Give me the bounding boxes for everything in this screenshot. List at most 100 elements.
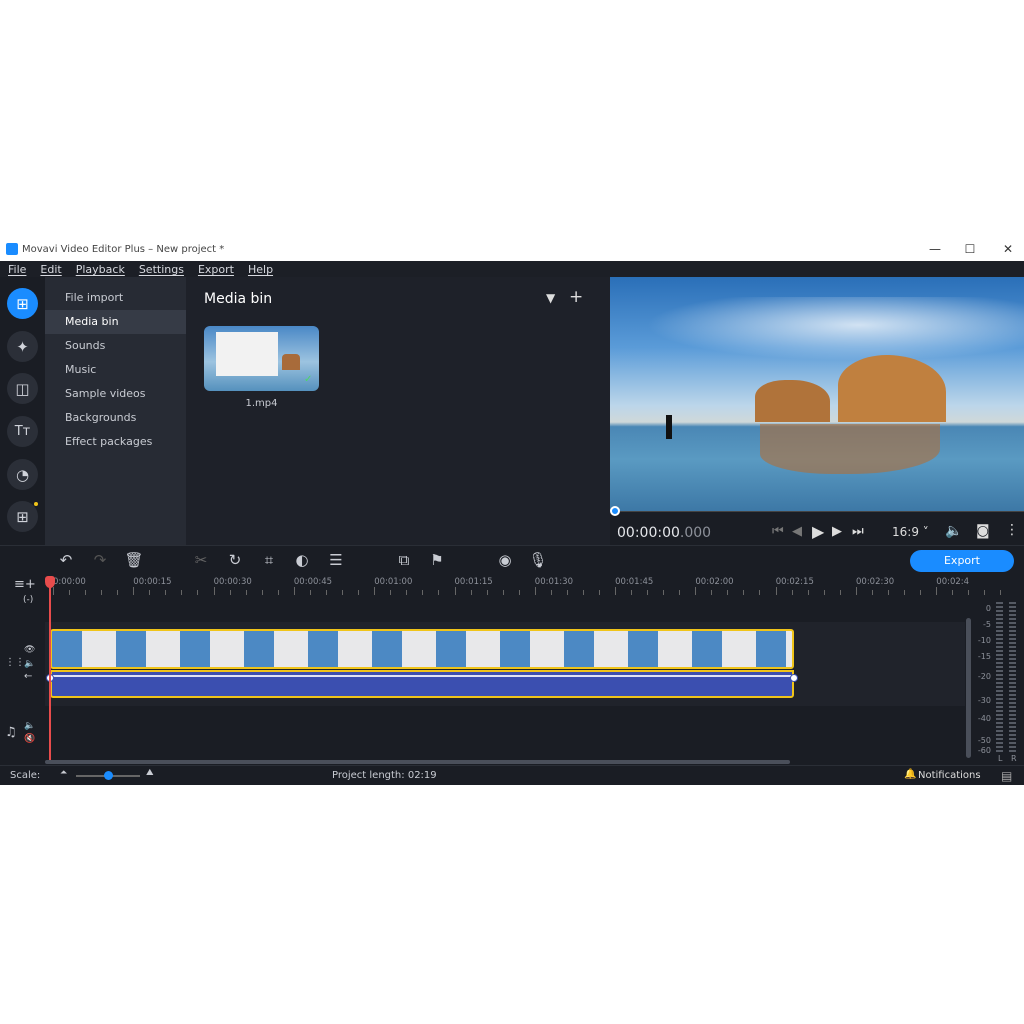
- playback-position-handle[interactable]: [610, 506, 620, 516]
- track-volume-icon[interactable]: 🔈: [24, 659, 35, 669]
- project-length: Project length: 02:19: [332, 770, 437, 781]
- webcam-icon[interactable]: ◉: [495, 551, 515, 569]
- meter-segment: [1009, 750, 1016, 752]
- export-button[interactable]: Export: [910, 550, 1014, 572]
- skip-end-icon[interactable]: ⏭: [852, 524, 864, 539]
- rock-reflection: [760, 424, 940, 474]
- meter-segment: [996, 662, 1003, 664]
- snapshot-icon[interactable]: ◙: [976, 523, 990, 539]
- nav-effect-packages[interactable]: Effect packages: [45, 430, 186, 454]
- meter-segment: [1009, 738, 1016, 740]
- microphone-icon[interactable]: 🎙: [528, 551, 548, 569]
- import-icon[interactable]: ⊞: [7, 288, 38, 319]
- mute-icon[interactable]: 🔇: [24, 734, 35, 744]
- detach-audio-icon[interactable]: ←: [24, 671, 32, 682]
- meter-segment: [996, 658, 1003, 660]
- add-track-icon[interactable]: ≡+: [14, 577, 36, 592]
- meter-segment: [1009, 694, 1016, 696]
- volume-line[interactable]: [52, 675, 792, 677]
- meter-segment: [996, 630, 1003, 632]
- ruler-tick-label: 0:00:00: [53, 577, 86, 587]
- cut-icon[interactable]: ✂: [191, 551, 211, 569]
- magic-wand-icon[interactable]: ✦: [7, 331, 38, 362]
- maximize-button[interactable]: ☐: [960, 242, 980, 256]
- menu-playback[interactable]: Playback: [68, 261, 131, 277]
- volume-icon[interactable]: 🔈: [945, 523, 962, 539]
- meter-segment: [996, 702, 1003, 704]
- meter-segment: [996, 734, 1003, 736]
- menu-edit[interactable]: Edit: [32, 261, 67, 277]
- stickers-icon[interactable]: ◔: [7, 459, 38, 490]
- music-volume-icon[interactable]: 🔈: [24, 721, 35, 731]
- ruler-tick-mark: [695, 587, 697, 595]
- add-icon[interactable]: +: [569, 287, 583, 307]
- skip-start-icon[interactable]: ⏮: [772, 524, 784, 539]
- meter-segment: [996, 698, 1003, 700]
- menu-help[interactable]: Help: [240, 261, 279, 277]
- next-frame-icon[interactable]: ▶: [832, 524, 842, 539]
- ruler-tick-mark: [984, 590, 986, 595]
- minimize-button[interactable]: —: [925, 242, 945, 256]
- link-icon[interactable]: (-): [23, 595, 33, 605]
- visibility-icon[interactable]: 👁: [24, 645, 35, 655]
- meter-segment: [1009, 610, 1016, 612]
- aspect-ratio-select[interactable]: 16:9 ˅: [892, 525, 929, 539]
- nav-music[interactable]: Music: [45, 358, 186, 382]
- meter-segment: [1009, 654, 1016, 656]
- meter-segment: [1009, 730, 1016, 732]
- ruler-tick-mark: [534, 587, 536, 595]
- more-options-icon[interactable]: ⋮: [1005, 522, 1019, 538]
- timeline-ruler[interactable]: 0:00:00 00:00:15 00:00:30 00:00:45 00:01:00 0…: [45, 575, 1002, 595]
- close-button[interactable]: ✕: [998, 242, 1018, 256]
- ruler-tick-mark: [968, 590, 970, 595]
- menu-export[interactable]: Export: [190, 261, 240, 277]
- ruler-tick-mark: [133, 587, 135, 595]
- undo-icon[interactable]: ↶: [56, 551, 76, 569]
- crop-icon[interactable]: ⌗: [259, 551, 279, 569]
- redo-icon[interactable]: ↷: [90, 551, 110, 569]
- nav-file-import[interactable]: File import: [45, 286, 186, 310]
- menu-settings[interactable]: Settings: [131, 261, 190, 277]
- prev-frame-icon[interactable]: ◀: [792, 524, 802, 539]
- meter-segment: [996, 718, 1003, 720]
- marker-flag-icon[interactable]: ⚑: [427, 551, 447, 569]
- play-icon[interactable]: ▶: [812, 522, 824, 541]
- fade-out-handle[interactable]: [790, 674, 798, 682]
- titles-icon[interactable]: Tт: [7, 416, 38, 447]
- nav-backgrounds[interactable]: Backgrounds: [45, 406, 186, 430]
- meter-segment: [1009, 606, 1016, 608]
- nav-sample-videos[interactable]: Sample videos: [45, 382, 186, 406]
- transitions-icon[interactable]: ◫: [7, 373, 38, 404]
- menu-file[interactable]: File: [0, 261, 32, 277]
- video-clip[interactable]: [50, 629, 794, 669]
- ruler-tick-label: 00:00:30: [213, 577, 252, 587]
- delete-icon[interactable]: 🗑: [124, 551, 144, 569]
- color-adjust-icon[interactable]: ◐: [292, 551, 312, 569]
- meter-segment: [996, 622, 1003, 624]
- playhead-handle[interactable]: [45, 576, 55, 588]
- meter-segment: [1009, 642, 1016, 644]
- more-tools-icon[interactable]: ⊞: [7, 501, 38, 532]
- scale-slider-thumb[interactable]: [104, 771, 113, 780]
- filter-icon[interactable]: ▼: [546, 291, 555, 305]
- preview-player[interactable]: [610, 277, 1024, 511]
- bell-icon[interactable]: 🔔: [904, 769, 916, 780]
- nav-media-bin[interactable]: Media bin: [45, 310, 186, 334]
- scale-label: Scale:: [10, 770, 41, 781]
- zoom-in-icon[interactable]: ⛰: [146, 768, 154, 778]
- meter-segment: [996, 726, 1003, 728]
- meter-segment: [1009, 638, 1016, 640]
- transition-wizard-icon[interactable]: ⧉: [394, 551, 414, 569]
- media-thumbnail-1[interactable]: ✓: [204, 326, 319, 391]
- nav-sounds[interactable]: Sounds: [45, 334, 186, 358]
- notifications-button[interactable]: Notifications: [918, 770, 981, 781]
- meter-segment: [1009, 726, 1016, 728]
- meter-segment: [1009, 646, 1016, 648]
- rotate-icon[interactable]: ↻: [225, 551, 245, 569]
- zoom-out-icon[interactable]: ⏶: [60, 768, 67, 778]
- clip-properties-icon[interactable]: ☰: [326, 551, 346, 569]
- meter-toggle-icon[interactable]: ▤: [1001, 769, 1012, 783]
- vertical-scrollbar[interactable]: [966, 618, 971, 758]
- horizontal-scrollbar[interactable]: [45, 760, 790, 764]
- audio-clip[interactable]: [50, 670, 794, 698]
